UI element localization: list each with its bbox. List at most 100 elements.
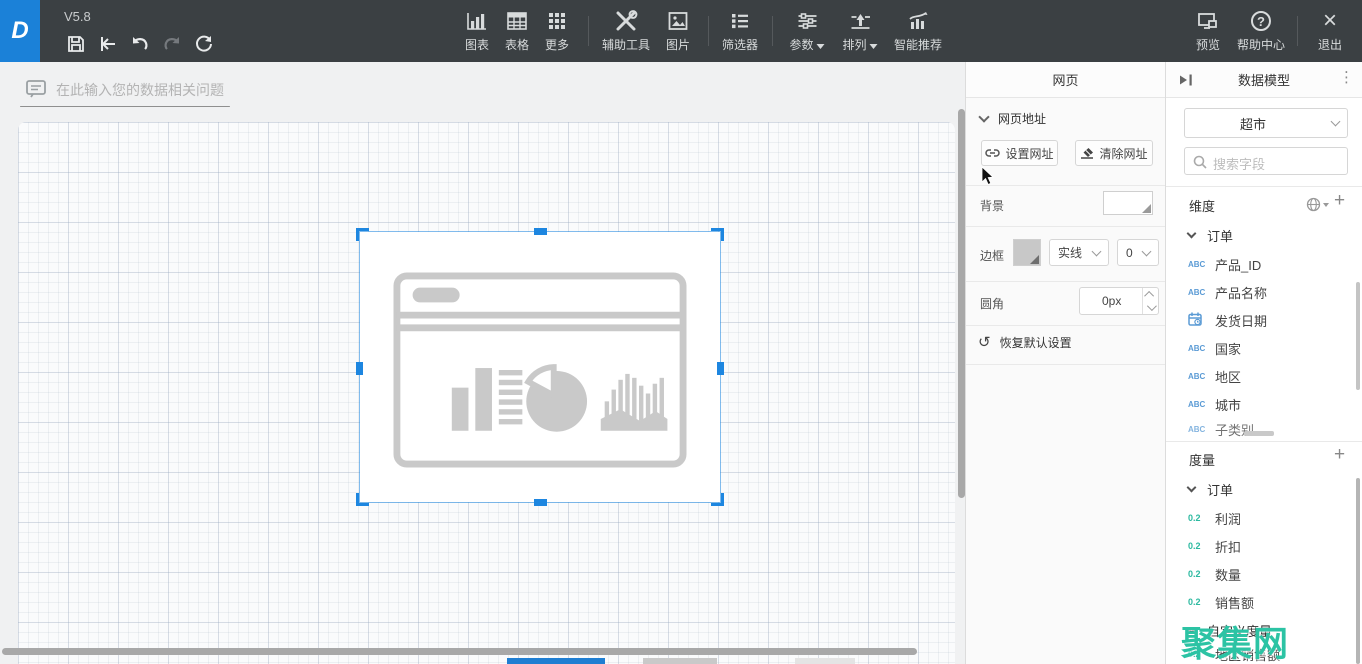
- radius-input[interactable]: 0px: [1079, 287, 1159, 315]
- web-address-section-toggle[interactable]: 网页地址: [980, 110, 1046, 127]
- smart-chart-icon: [907, 8, 929, 34]
- field-row[interactable]: ABC 国家: [1166, 334, 1362, 362]
- chevron-down-icon: [1323, 203, 1329, 207]
- preview-button[interactable]: 预览: [1196, 8, 1220, 53]
- save-icon[interactable]: [64, 32, 88, 56]
- text-field-type-icon: ABC: [1188, 260, 1210, 269]
- selection-corner-handle[interactable]: [711, 493, 724, 506]
- tool-label: 参数: [789, 36, 824, 53]
- tool-label: 辅助工具: [602, 36, 650, 53]
- text-field-type-icon: ABC: [1188, 288, 1210, 297]
- field-row[interactable]: ABC 产品名称: [1166, 278, 1362, 306]
- arrange-icon: [849, 8, 871, 34]
- exit-button[interactable]: × 退出: [1318, 8, 1342, 53]
- tool-table[interactable]: 表格: [505, 8, 529, 53]
- divider: [966, 281, 1165, 282]
- filter-list-icon: [730, 8, 750, 34]
- set-url-button[interactable]: 设置网址: [981, 140, 1058, 166]
- help-icon: ?: [1251, 8, 1271, 34]
- selection-edge-handle[interactable]: [356, 362, 363, 375]
- add-dimension-icon[interactable]: +: [1334, 190, 1345, 212]
- background-color-swatch[interactable]: [1103, 191, 1153, 215]
- globe-icon: [1306, 197, 1321, 212]
- spinner-up-icon[interactable]: [1143, 288, 1158, 301]
- dropdown-caret: [870, 44, 878, 49]
- selection-edge-handle[interactable]: [534, 228, 547, 235]
- undo-icon[interactable]: [128, 32, 152, 56]
- measures-title: 度量: [1189, 450, 1215, 469]
- help-center-button[interactable]: ? 帮助中心: [1237, 8, 1285, 53]
- close-icon: ×: [1323, 8, 1337, 34]
- border-width-select[interactable]: 0: [1117, 239, 1159, 266]
- field-row[interactable]: ABC 产品_ID: [1166, 250, 1362, 278]
- tool-arrange[interactable]: 排列: [842, 8, 877, 53]
- selection-edge-handle[interactable]: [534, 499, 547, 506]
- border-style-select[interactable]: 实线: [1049, 239, 1109, 266]
- tools-icon: [614, 8, 638, 34]
- spinner-down-icon[interactable]: [1143, 301, 1158, 314]
- field-row[interactable]: 发货日期: [1166, 306, 1362, 334]
- question-input[interactable]: 在此输入您的数据相关问题: [20, 76, 260, 110]
- date-field-type-icon: [1188, 312, 1210, 328]
- radius-value: 0px: [1102, 294, 1121, 308]
- tool-smart-recommend[interactable]: 智能推荐: [894, 8, 942, 53]
- canvas-horizontal-scrollbar[interactable]: [2, 648, 917, 655]
- divider: [1166, 186, 1362, 187]
- locale-globe-button[interactable]: [1306, 197, 1329, 212]
- tool-aux-tools[interactable]: 辅助工具: [602, 8, 650, 53]
- dimension-vertical-scrollbar[interactable]: [1356, 282, 1360, 390]
- field-row[interactable]: 0.2 数量: [1166, 560, 1362, 588]
- divider: [966, 364, 1165, 365]
- field-row[interactable]: 0.2 折扣: [1166, 532, 1362, 560]
- tool-chart[interactable]: 图表: [465, 8, 489, 53]
- tool-image[interactable]: 图片: [666, 8, 690, 53]
- field-row[interactable]: ABC 子类别: [1166, 418, 1362, 440]
- watermark: 聚集网: [1181, 616, 1289, 664]
- number-field-type-icon: 0.2: [1188, 597, 1210, 607]
- tool-more[interactable]: 更多: [545, 8, 569, 53]
- web-component-placeholder-graphic: [392, 272, 688, 468]
- measure-vertical-scrollbar[interactable]: [1356, 478, 1360, 664]
- tool-label: 帮助中心: [1237, 36, 1285, 53]
- field-name: 国家: [1215, 339, 1241, 358]
- link-icon: [985, 148, 1000, 158]
- reset-icon: ↺: [978, 336, 991, 350]
- web-component-widget[interactable]: [360, 232, 720, 502]
- field-name: 利润: [1215, 509, 1241, 528]
- field-row[interactable]: ABC 地区: [1166, 362, 1362, 390]
- field-name: 地区: [1215, 367, 1241, 386]
- dataset-select[interactable]: 超市: [1184, 108, 1348, 138]
- reset-defaults-button[interactable]: ↺ 恢复默认设置: [978, 334, 1072, 351]
- canvas-vertical-scrollbar[interactable]: [958, 109, 965, 498]
- dimension-horizontal-scrollbar[interactable]: [1244, 431, 1274, 436]
- selection-corner-handle[interactable]: [356, 228, 369, 241]
- selection-edge-handle[interactable]: [717, 362, 724, 375]
- tool-label: 图片: [666, 36, 690, 53]
- dimension-group-row[interactable]: 订单: [1166, 221, 1362, 249]
- field-name: 销售额: [1215, 593, 1254, 612]
- border-color-swatch[interactable]: [1013, 239, 1041, 266]
- mouse-cursor: [981, 167, 995, 187]
- clear-url-button[interactable]: 清除网址: [1075, 140, 1153, 166]
- selection-corner-handle[interactable]: [356, 493, 369, 506]
- text-field-type-icon: ABC: [1188, 344, 1210, 353]
- field-search-input[interactable]: 搜索字段: [1184, 147, 1348, 175]
- redo-icon[interactable]: [160, 32, 184, 56]
- set-url-label: 设置网址: [1005, 145, 1053, 162]
- add-measure-icon[interactable]: +: [1334, 444, 1345, 466]
- field-name: 发货日期: [1215, 311, 1267, 330]
- selection-corner-handle[interactable]: [711, 228, 724, 241]
- toolbar-separator: [1297, 16, 1298, 46]
- tool-label: 智能推荐: [894, 36, 942, 53]
- tool-filter[interactable]: 筛选器: [722, 8, 758, 53]
- kebab-menu-icon[interactable]: ⋮: [1339, 68, 1354, 86]
- back-to-start-icon[interactable]: [96, 32, 120, 56]
- tool-params[interactable]: 参数: [789, 8, 824, 53]
- measure-group-row[interactable]: 订单: [1166, 475, 1362, 503]
- border-label: 边框: [980, 247, 1004, 264]
- refresh-icon[interactable]: [192, 32, 216, 56]
- field-row[interactable]: ABC 城市: [1166, 390, 1362, 418]
- field-row[interactable]: 0.2 利润: [1166, 504, 1362, 532]
- field-row[interactable]: 0.2 销售额: [1166, 588, 1362, 616]
- collapse-panel-icon[interactable]: [1178, 73, 1193, 87]
